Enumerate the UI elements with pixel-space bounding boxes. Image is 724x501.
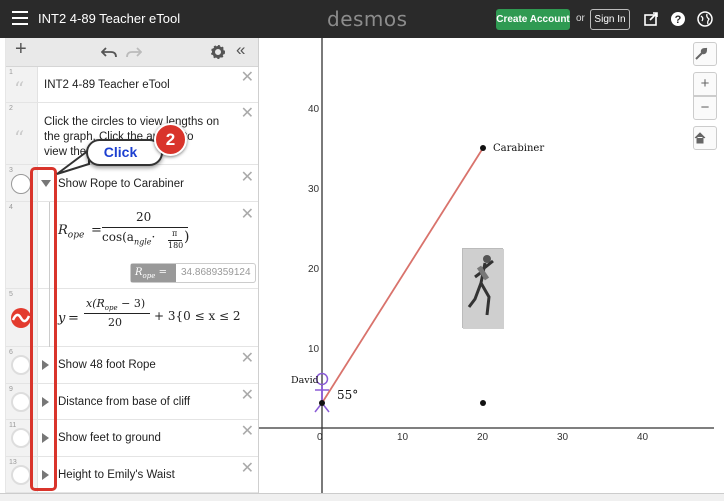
visibility-toggle[interactable] [11, 465, 31, 485]
help-icon[interactable]: ? [670, 11, 686, 27]
visibility-toggle[interactable] [11, 428, 31, 448]
x-tick-label: 30 [557, 432, 569, 443]
evaluation-result: Rope = 34.8689359124 [130, 263, 256, 283]
collapse-icon[interactable]: « [236, 41, 245, 58]
expression-denominator: cos(angle· [102, 230, 156, 247]
y-tick-label: 20 [308, 264, 320, 275]
note-icon: “ [14, 77, 25, 101]
note-text[interactable]: INT2 4-89 Teacher eTool [44, 78, 170, 93]
delete-icon[interactable]: ✕ [241, 106, 254, 122]
x-tick-label: 0 [317, 432, 323, 443]
create-account-button[interactable]: Create Account [496, 9, 570, 30]
wrench-icon[interactable] [693, 42, 717, 66]
graph-paper[interactable]: 0 10 20 30 40 10 20 30 40 Carabiner Davi… [259, 38, 724, 493]
climber-image [462, 248, 504, 329]
delete-icon[interactable]: ✕ [241, 351, 254, 367]
note-icon: “ [14, 126, 25, 150]
folder-title[interactable]: Distance from base of cliff [58, 395, 190, 410]
top-bar: INT2 4-89 Teacher eTool desmos Create Ac… [0, 0, 724, 38]
step-badge: 2 [154, 123, 187, 156]
david-label: David [291, 375, 319, 386]
delete-icon[interactable]: ✕ [241, 70, 254, 86]
y-tick-label: 40 [308, 104, 320, 115]
panel-toolbar: + « [6, 38, 258, 67]
settings-icon[interactable] [211, 45, 225, 59]
sign-in-button[interactable]: Sign In [590, 9, 630, 30]
highlight-box [30, 167, 57, 491]
folder-title[interactable]: Height to Emily's Waist [58, 468, 175, 483]
x-tick-label: 20 [477, 432, 489, 443]
click-callout: Click [86, 139, 163, 166]
note-row[interactable]: 1 “ INT2 4-89 Teacher eTool ✕ [6, 67, 258, 103]
or-text: or [576, 13, 585, 24]
x-tick-label: 40 [637, 432, 649, 443]
delete-icon[interactable]: ✕ [241, 207, 254, 223]
desmos-logo: desmos [327, 7, 408, 31]
home-icon[interactable] [693, 126, 717, 150]
expression-numerator: x(Rope − 3) [86, 297, 146, 313]
app-title: INT2 4-89 Teacher eTool [38, 11, 181, 26]
visibility-toggle[interactable] [11, 392, 31, 412]
undo-icon[interactable] [101, 46, 117, 58]
folder-title[interactable]: Show feet to ground [58, 431, 161, 446]
zoom-out-icon[interactable]: − [693, 96, 717, 120]
y-tick-label: 10 [308, 344, 320, 355]
delete-icon[interactable]: ✕ [241, 170, 254, 186]
menu-icon[interactable] [12, 11, 28, 25]
carabiner-label: Carabiner [493, 143, 544, 154]
folder-icon[interactable] [11, 174, 31, 194]
ground-point [480, 400, 486, 406]
delete-icon[interactable]: ✕ [241, 461, 254, 477]
folder-title[interactable]: Show 48 foot Rope [58, 358, 156, 373]
y-tick-label: 30 [308, 184, 320, 195]
svg-text:?: ? [675, 14, 682, 26]
carabiner-point [480, 145, 486, 151]
zoom-in-icon[interactable]: + [693, 72, 717, 96]
origin-point [319, 400, 325, 406]
globe-icon[interactable] [697, 11, 713, 27]
delete-icon[interactable]: ✕ [241, 424, 254, 440]
angle-label: 55° [337, 388, 358, 402]
rope-line [321, 147, 484, 404]
visibility-toggle[interactable] [11, 355, 31, 375]
x-tick-label: 10 [397, 432, 409, 443]
share-icon[interactable] [643, 11, 659, 27]
bottom-strip [0, 493, 724, 501]
add-icon[interactable]: + [15, 39, 27, 59]
delete-icon[interactable]: ✕ [241, 388, 254, 404]
expression-lhs: Rope [58, 223, 85, 241]
folder-title[interactable]: Show Rope to Carabiner [58, 177, 184, 192]
redo-icon[interactable] [126, 46, 142, 58]
